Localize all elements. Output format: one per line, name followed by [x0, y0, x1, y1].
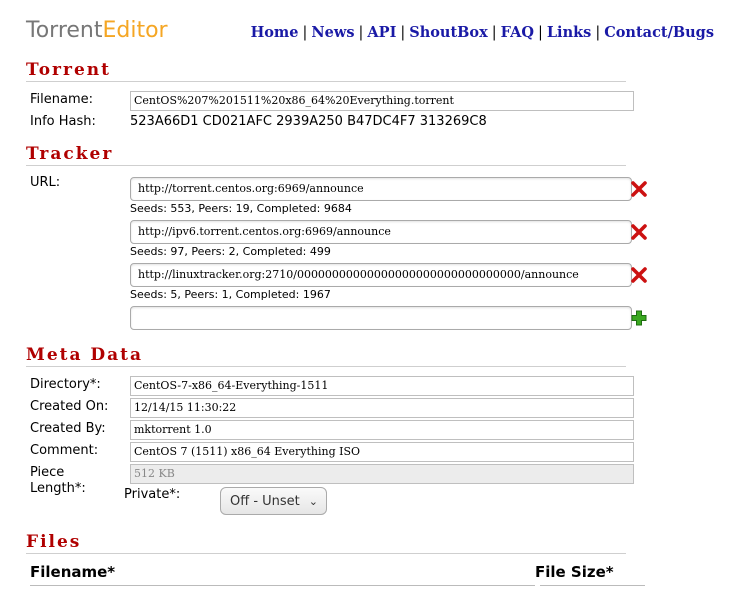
nav-separator: |: [491, 25, 497, 41]
tracker-url-input[interactable]: http://ipv6.torrent.centos.org:6969/anno…: [130, 220, 632, 244]
created-on-label: Created On:: [30, 399, 109, 414]
add-tracker-plus-icon[interactable]: [630, 309, 648, 327]
tracker-url-input[interactable]: http://torrent.centos.org:6969/announce: [130, 177, 632, 201]
nav-separator: |: [537, 25, 543, 41]
section-title-tracker: Tracker: [26, 144, 626, 166]
files-col-filename: Filename*: [30, 563, 116, 581]
tracker-stats: Seeds: 97, Peers: 2, Completed: 499: [130, 245, 331, 258]
files-header-rule: [30, 585, 535, 586]
piece-length-label-line2: Length*:: [30, 481, 86, 496]
files-size-rule: [540, 585, 645, 586]
section-title-meta-data: Meta Data: [26, 345, 626, 367]
section-title-files: Files: [26, 532, 626, 554]
nav-links-link[interactable]: Links: [547, 24, 591, 41]
info-hash-label: Info Hash:: [30, 114, 96, 129]
section-title-torrent: Torrent: [26, 60, 626, 82]
created-on-field[interactable]: 12/14/15 11:30:22: [130, 398, 634, 418]
tracker-url-label: URL:: [30, 175, 61, 190]
nav-separator: |: [595, 25, 601, 41]
private-select[interactable]: Off - Unset ⌄: [220, 487, 327, 515]
nav-separator: |: [302, 25, 308, 41]
private-select-value: Off - Unset: [230, 494, 300, 509]
nav-contact-bugs-link[interactable]: Contact/Bugs: [604, 24, 714, 41]
nav-separator: |: [358, 25, 364, 41]
remove-tracker-x-icon[interactable]: [630, 223, 648, 241]
files-col-size: File Size*: [535, 563, 614, 581]
directory-label: Directory*:: [30, 377, 101, 392]
top-nav: Home | News | API | ShoutBox | FAQ | Links | Contact…: [251, 24, 714, 41]
directory-field[interactable]: CentOS-7-x86_64-Everything-1511: [130, 376, 634, 396]
tracker-stats: Seeds: 5, Peers: 1, Completed: 1967: [130, 288, 331, 301]
logo-part-editor: Editor: [102, 18, 168, 43]
piece-length-field: 512 KB: [130, 464, 634, 484]
nav-shoutbox-link[interactable]: ShoutBox: [409, 24, 488, 41]
private-label: Private*:: [124, 487, 181, 502]
new-tracker-url-input[interactable]: [130, 306, 632, 330]
nav-separator: |: [400, 25, 406, 41]
tracker-url-input[interactable]: http://linuxtracker.org:2710/00000000000…: [130, 263, 632, 287]
comment-label: Comment:: [30, 443, 99, 458]
logo-part-torrent: Torrent: [26, 18, 103, 43]
chevron-down-icon: ⌄: [308, 495, 318, 508]
nav-api-link[interactable]: API: [367, 24, 396, 41]
filename-label: Filename:: [30, 92, 94, 107]
created-by-field[interactable]: mktorrent 1.0: [130, 420, 634, 440]
piece-length-label-line1: Piece: [30, 465, 65, 480]
created-by-label: Created By:: [30, 421, 106, 436]
tracker-stats: Seeds: 553, Peers: 19, Completed: 9684: [130, 202, 352, 215]
remove-tracker-x-icon[interactable]: [630, 266, 648, 284]
remove-tracker-x-icon[interactable]: [630, 180, 648, 198]
comment-field[interactable]: CentOS 7 (1511) x86_64 Everything ISO: [130, 442, 634, 462]
info-hash-value: 523A66D1 CD021AFC 2939A250 B47DC4F7 3132…: [130, 114, 487, 129]
nav-news-link[interactable]: News: [311, 24, 354, 41]
site-logo[interactable]: TorrentEditor: [26, 18, 168, 43]
nav-home-link[interactable]: Home: [251, 24, 299, 41]
nav-faq-link[interactable]: FAQ: [501, 24, 534, 41]
filename-field[interactable]: CentOS%207%201511%20x86_64%20Everything.…: [130, 91, 634, 111]
